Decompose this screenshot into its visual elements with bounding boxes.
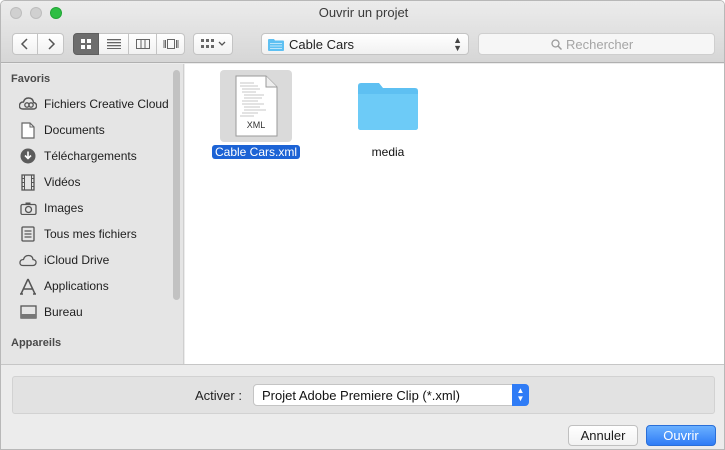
columns-icon — [135, 39, 150, 49]
cover-flow-icon — [163, 39, 178, 49]
forward-button[interactable] — [38, 33, 64, 55]
location-label: Cable Cars — [289, 36, 355, 52]
sidebar-item-label: Fichiers Creative Cloud — [44, 97, 169, 111]
sidebar-item-label: Vidéos — [44, 175, 81, 189]
sidebar-item-downloads[interactable]: Téléchargements — [1, 143, 173, 169]
sidebar-item-label: Tous mes fichiers — [44, 227, 137, 241]
file-browser: XML Cable Cars.xml media — [185, 64, 724, 364]
list-icon — [106, 39, 121, 49]
applications-icon — [18, 277, 38, 295]
updown-arrows-icon: ▲ ▼ — [512, 384, 529, 406]
camera-icon — [18, 199, 38, 217]
sidebar-item-pictures[interactable]: Images — [1, 195, 173, 221]
sidebar-item-documents[interactable]: Documents — [1, 117, 173, 143]
format-label: Activer : — [195, 388, 242, 403]
folder-name: media — [371, 145, 405, 159]
sidebar-item-label: iCloud Drive — [44, 253, 110, 267]
devices-heading: Appareils — [11, 337, 62, 349]
arrange-grid-icon — [200, 39, 214, 48]
sidebar-item-all-files[interactable]: Tous mes fichiers — [1, 221, 173, 247]
updown-arrows-icon: ▲ ▼ — [453, 35, 462, 53]
cancel-button[interactable]: Annuler — [568, 425, 638, 446]
chevron-down-icon — [218, 41, 225, 46]
window-title: Ouvrir un projet — [318, 5, 409, 20]
search-icon — [551, 38, 562, 50]
file-format-value: Projet Adobe Premiere Clip (*.xml) — [262, 387, 460, 403]
documents-icon — [18, 121, 38, 139]
file-type-badge: XML — [246, 120, 266, 130]
favorites-heading: Favoris — [11, 73, 51, 85]
sidebar-item-label: Bureau — [44, 305, 83, 319]
sidebar-item-desktop[interactable]: Bureau — [1, 299, 173, 325]
dialog-footer: Activer : Projet Adobe Premiere Clip (*.… — [1, 364, 724, 449]
cloud-icon — [18, 251, 38, 269]
sidebar-item-icloud-drive[interactable]: iCloud Drive — [1, 247, 173, 273]
grid-icon — [81, 39, 91, 49]
sidebar-item-creative-cloud[interactable]: Fichiers Creative Cloud — [1, 91, 173, 117]
title-bar: Ouvrir un projet Cable Cars ▲ ▼ Recherch… — [1, 1, 724, 63]
sidebar-item-label: Téléchargements — [44, 149, 137, 163]
xml-file-icon: XML — [220, 70, 292, 142]
search-field[interactable] — [478, 33, 715, 55]
sidebar-item-applications[interactable]: Applications — [1, 273, 173, 299]
chevron-right-icon — [47, 38, 55, 50]
list-view-button[interactable] — [99, 33, 129, 55]
downloads-icon — [18, 147, 38, 165]
sidebar-item-label: Applications — [44, 279, 109, 293]
sidebar-item-movies[interactable]: Vidéos — [1, 169, 173, 195]
cover-flow-view-button[interactable] — [157, 33, 185, 55]
folder-item-media[interactable]: media — [340, 70, 436, 159]
search-input[interactable] — [566, 36, 642, 52]
creative-cloud-icon — [18, 95, 38, 113]
sidebar-item-label: Images — [44, 201, 84, 215]
open-project-dialog: Ouvrir un projet Cable Cars ▲ ▼ Recherch… — [0, 0, 725, 450]
file-name: Cable Cars.xml — [211, 145, 301, 159]
open-button[interactable]: Ouvrir — [646, 425, 716, 446]
folder-icon — [268, 38, 284, 51]
file-format-select[interactable]: Projet Adobe Premiere Clip (*.xml) ▲ ▼ — [253, 384, 529, 406]
icon-view-button[interactable] — [73, 33, 99, 55]
back-button[interactable] — [12, 33, 38, 55]
file-item-cable-cars-xml[interactable]: XML Cable Cars.xml — [208, 70, 304, 159]
location-popup[interactable]: Cable Cars ▲ ▼ — [261, 33, 469, 55]
desktop-icon — [18, 303, 38, 321]
all-files-icon — [18, 225, 38, 243]
movies-icon — [18, 173, 38, 191]
sidebar: Favoris Fichiers Creative Cloud Document… — [1, 64, 184, 364]
sidebar-scrollbar[interactable] — [173, 70, 180, 300]
sidebar-item-label: Documents — [44, 123, 105, 137]
chevron-left-icon — [20, 38, 28, 50]
arrange-by-button[interactable] — [193, 33, 233, 55]
folder-icon — [352, 70, 424, 142]
column-view-button[interactable] — [129, 33, 157, 55]
